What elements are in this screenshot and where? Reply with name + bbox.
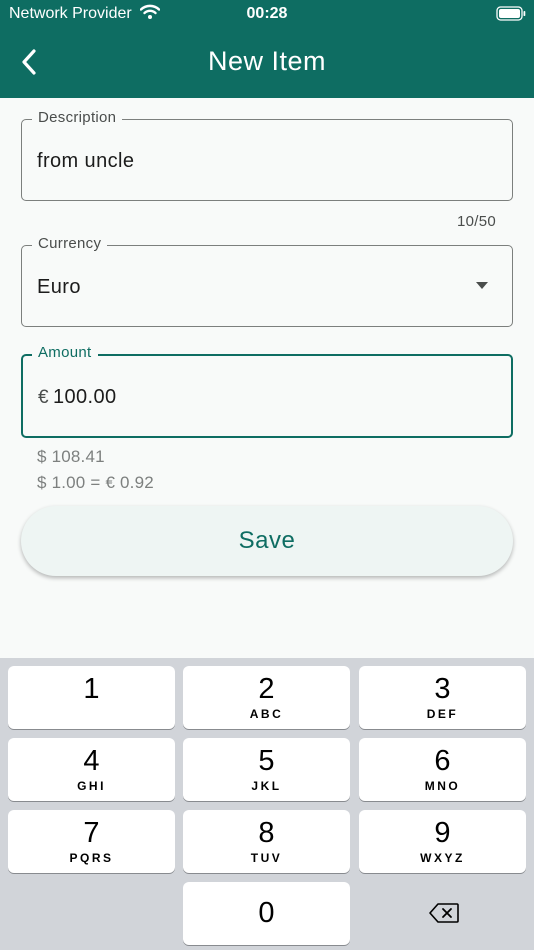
key-letters: PQRS — [69, 851, 114, 865]
app-bar: New Item — [0, 28, 534, 98]
key-digit: 8 — [258, 817, 275, 849]
currency-value: Euro — [37, 276, 81, 298]
backspace-icon — [429, 903, 459, 923]
key-digit: 5 — [258, 745, 275, 777]
description-input[interactable]: from uncle — [37, 150, 134, 173]
amount-field[interactable]: Amount €100.00 — [21, 344, 513, 438]
numeric-keypad: 1 2 ABC 3 DEF 4 GHI 5 JKL 6 MNO 7 PQRS 8… — [0, 658, 534, 950]
key-digit: 2 — [258, 673, 275, 705]
dropdown-arrow-icon[interactable] — [476, 282, 488, 289]
key-9[interactable]: 9 WXYZ — [359, 810, 526, 873]
key-digit: 7 — [83, 817, 100, 849]
key-2[interactable]: 2 ABC — [183, 666, 350, 729]
key-letters: MNO — [424, 779, 461, 793]
key-1[interactable]: 1 — [8, 666, 175, 729]
key-letters: TUV — [250, 851, 283, 865]
key-digit: 6 — [434, 745, 451, 777]
key-letters: DEF — [426, 707, 459, 721]
key-letters: ABC — [249, 707, 284, 721]
battery-icon — [496, 6, 526, 21]
character-counter: 10/50 — [456, 213, 496, 230]
key-3[interactable]: 3 DEF — [359, 666, 526, 729]
key-letters: WXYZ — [420, 851, 465, 865]
key-8[interactable]: 8 TUV — [183, 810, 350, 873]
amount-label: Amount — [32, 344, 98, 361]
currency-select[interactable]: Currency Euro — [21, 235, 513, 327]
description-field[interactable]: Description from uncle — [21, 109, 513, 201]
page-title: New Item — [207, 46, 327, 76]
exchange-rate: $ 1.00 = € 0.92 — [37, 473, 154, 492]
key-digit: 9 — [434, 817, 451, 849]
amount-input[interactable]: €100.00 — [38, 386, 117, 409]
amount-value: 100.00 — [52, 386, 117, 408]
key-digit: 1 — [83, 673, 100, 705]
currency-prefix: € — [38, 387, 49, 408]
key-4[interactable]: 4 GHI — [8, 738, 175, 801]
status-time: 00:28 — [246, 5, 288, 22]
key-0[interactable]: 0 — [183, 882, 350, 945]
key-letters: JKL — [251, 779, 282, 793]
delete-key[interactable] — [359, 882, 526, 942]
save-button[interactable]: Save — [21, 506, 513, 576]
key-letters: GHI — [77, 779, 106, 793]
key-6[interactable]: 6 MNO — [359, 738, 526, 801]
currency-label: Currency — [32, 235, 108, 252]
description-label: Description — [32, 109, 123, 126]
status-bar: Network Provider 00:28 — [0, 0, 534, 28]
converted-amount: $ 108.41 — [37, 447, 105, 466]
key-digit: 4 — [83, 745, 100, 777]
key-digit: 3 — [434, 673, 451, 705]
key-digit: 0 — [258, 897, 275, 929]
key-5[interactable]: 5 JKL — [183, 738, 350, 801]
key-7[interactable]: 7 PQRS — [8, 810, 175, 873]
